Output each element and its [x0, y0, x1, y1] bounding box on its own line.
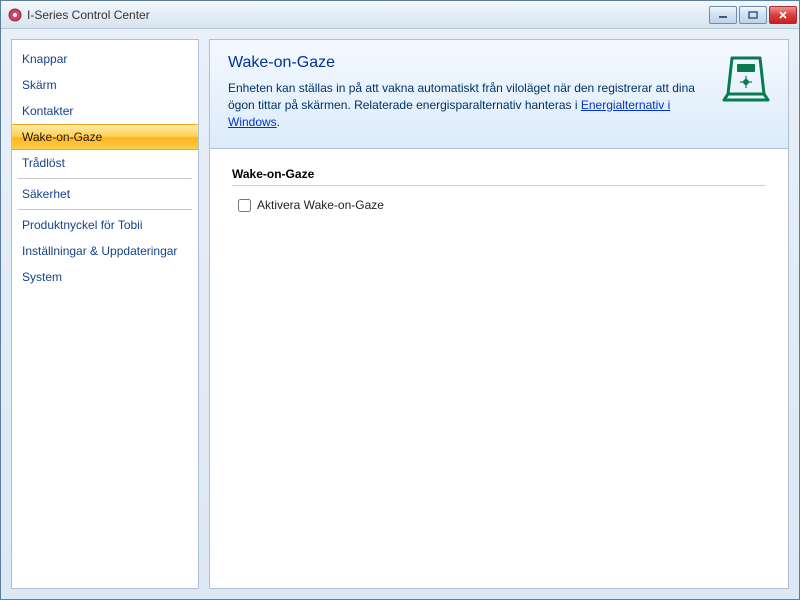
window-title: I-Series Control Center	[27, 8, 709, 22]
page-title: Wake-on-Gaze	[228, 54, 770, 72]
sidebar-group: Produktnyckel för TobiiInställningar & U…	[18, 210, 192, 292]
sidebar-item-system[interactable]: System	[12, 264, 198, 290]
content-body: Wake-on-Gaze Aktivera Wake-on-Gaze	[210, 149, 788, 230]
header-panel: Wake-on-Gaze Enheten kan ställas in på a…	[210, 40, 788, 149]
body-area: KnapparSkärmKontakterWake-on-GazeTrådlös…	[1, 29, 799, 599]
activate-wake-on-gaze-label[interactable]: Aktivera Wake-on-Gaze	[257, 198, 384, 212]
sidebar-item-sk-rm[interactable]: Skärm	[12, 72, 198, 98]
sidebar-group: Säkerhet	[18, 179, 192, 210]
close-button[interactable]	[769, 6, 797, 24]
window-controls	[709, 6, 797, 24]
app-icon	[7, 7, 23, 23]
page-description: Enheten kan ställas in på att vakna auto…	[228, 80, 698, 130]
sidebar-item-tr-dl-st[interactable]: Trådlöst	[12, 150, 198, 176]
section-title: Wake-on-Gaze	[232, 167, 766, 186]
sidebar-item-s-kerhet[interactable]: Säkerhet	[12, 181, 198, 207]
maximize-button[interactable]	[739, 6, 767, 24]
device-icon	[718, 50, 774, 106]
sidebar-item-kontakter[interactable]: Kontakter	[12, 98, 198, 124]
sidebar-item-inst-llningar-uppdateringar[interactable]: Inställningar & Uppdateringar	[12, 238, 198, 264]
sidebar: KnapparSkärmKontakterWake-on-GazeTrådlös…	[11, 39, 199, 589]
minimize-button[interactable]	[709, 6, 737, 24]
content-panel: Wake-on-Gaze Enheten kan ställas in på a…	[209, 39, 789, 589]
activate-wake-on-gaze-row: Aktivera Wake-on-Gaze	[232, 198, 766, 212]
app-window: I-Series Control Center KnapparSkärmKont…	[0, 0, 800, 600]
activate-wake-on-gaze-checkbox[interactable]	[238, 199, 251, 212]
sidebar-item-wake-on-gaze[interactable]: Wake-on-Gaze	[12, 124, 198, 150]
desc-text-post: .	[277, 115, 280, 129]
titlebar[interactable]: I-Series Control Center	[1, 1, 799, 29]
sidebar-group: KnapparSkärmKontakterWake-on-GazeTrådlös…	[18, 44, 192, 179]
sidebar-item-knappar[interactable]: Knappar	[12, 46, 198, 72]
sidebar-item-produktnyckel-f-r-tobii[interactable]: Produktnyckel för Tobii	[12, 212, 198, 238]
